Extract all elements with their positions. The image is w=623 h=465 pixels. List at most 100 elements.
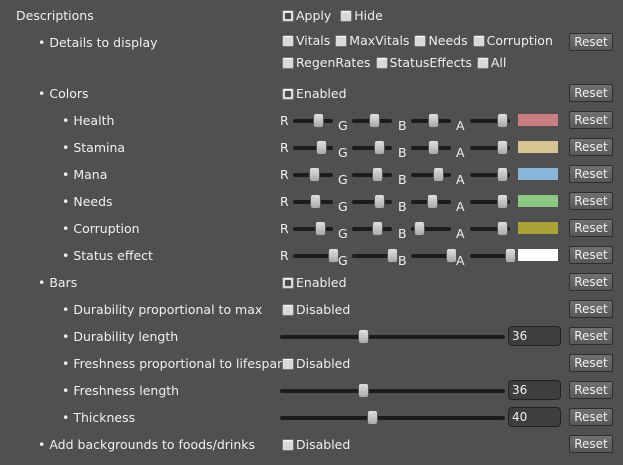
channel-letter: A (456, 118, 465, 133)
slider-handle[interactable] (316, 140, 327, 155)
hide-checkbox[interactable]: Hide (340, 8, 383, 23)
bar-reset-button[interactable]: Reset (569, 381, 613, 399)
backgrounds-reset-button[interactable]: Reset (569, 435, 613, 453)
slider-handle[interactable] (310, 194, 321, 209)
slider-handle[interactable] (387, 248, 398, 263)
bar-check-value: Disabled (296, 356, 351, 371)
bar-reset-button[interactable]: Reset (569, 327, 613, 345)
channel-slider[interactable] (352, 221, 392, 236)
slider-handle[interactable] (505, 248, 516, 263)
channel-slider[interactable] (411, 248, 457, 263)
bar-label: • Durability proportional to max (62, 302, 263, 317)
slider-handle[interactable] (369, 113, 380, 128)
bars-row: • Bars Enabled Reset (0, 272, 623, 294)
channel-slider[interactable] (293, 140, 333, 155)
color-reset-button[interactable]: Reset (569, 165, 613, 183)
color-row: • Status effect R G B A Reset (0, 245, 623, 268)
color-swatch[interactable] (518, 168, 558, 180)
color-swatch[interactable] (518, 141, 558, 153)
slider-handle[interactable] (372, 221, 384, 236)
channel-slider[interactable] (411, 167, 451, 182)
slider-handle[interactable] (374, 140, 386, 155)
channel-slider[interactable] (470, 248, 516, 263)
channel-slider[interactable] (411, 113, 451, 128)
color-reset-button[interactable]: Reset (569, 138, 613, 156)
bar-slider[interactable] (280, 383, 505, 398)
color-reset-button[interactable]: Reset (569, 192, 613, 210)
color-reset-button[interactable]: Reset (569, 219, 613, 237)
channel-slider[interactable] (411, 194, 451, 209)
bar-slider[interactable] (280, 329, 505, 344)
details-option-checkbox[interactable]: All (476, 55, 506, 70)
channel-slider[interactable] (352, 140, 392, 155)
color-swatch[interactable] (518, 195, 558, 207)
backgrounds-check-icon (282, 438, 294, 451)
slider-handle[interactable] (308, 167, 320, 182)
channel-slider[interactable] (470, 113, 510, 128)
slider-handle[interactable] (314, 221, 326, 236)
color-reset-button[interactable]: Reset (569, 111, 613, 129)
channel-slider[interactable] (352, 248, 398, 263)
bar-reset-button[interactable]: Reset (569, 408, 613, 426)
channel-slider[interactable] (293, 167, 333, 182)
slider-handle[interactable] (497, 221, 508, 236)
bar-reset-button[interactable]: Reset (569, 300, 613, 318)
value-input[interactable]: 36 (508, 326, 561, 346)
slider-handle[interactable] (312, 113, 324, 128)
channel-slider[interactable] (470, 221, 510, 236)
channel-slider[interactable] (470, 167, 510, 182)
slider-handle[interactable] (358, 383, 370, 398)
slider-handle[interactable] (374, 194, 386, 209)
slider-handle[interactable] (414, 221, 425, 236)
channel-slider[interactable] (293, 194, 333, 209)
channel-slider[interactable] (293, 221, 333, 236)
slider-handle[interactable] (426, 194, 438, 209)
details-option-checkbox[interactable]: RegenRates (282, 55, 371, 70)
slider-handle[interactable] (497, 140, 508, 155)
bars-enabled-checkbox[interactable]: Enabled (282, 275, 347, 290)
details-option-checkbox[interactable]: Vitals (282, 33, 330, 48)
slider-handle[interactable] (367, 410, 379, 425)
channel-slider[interactable] (352, 167, 392, 182)
slider-handle[interactable] (428, 113, 439, 128)
apply-checkbox[interactable]: Apply (282, 8, 331, 23)
bar-checkbox[interactable]: Disabled (282, 356, 350, 371)
slider-handle[interactable] (433, 167, 445, 182)
descriptions-row: Descriptions Apply Hide (0, 5, 623, 27)
channel-slider[interactable] (470, 140, 510, 155)
colors-enabled-checkbox[interactable]: Enabled (282, 86, 347, 101)
bar-checkbox[interactable]: Disabled (282, 302, 350, 317)
bar-reset-button[interactable]: Reset (569, 354, 613, 372)
bars-reset-button[interactable]: Reset (569, 273, 613, 291)
backgrounds-checkbox[interactable]: Disabled (282, 437, 350, 452)
color-row: • Corruption R G B A Reset (0, 218, 623, 241)
channel-letter: G (338, 172, 348, 187)
details-option-checkbox[interactable]: Corruption (472, 33, 553, 48)
color-reset-button[interactable]: Reset (569, 246, 613, 264)
details-option-checkbox[interactable]: StatusEffects (375, 55, 472, 70)
slider-handle[interactable] (497, 194, 508, 209)
details-reset-button[interactable]: Reset (569, 33, 613, 51)
slider-handle[interactable] (371, 167, 383, 182)
bar-slider[interactable] (280, 410, 505, 425)
color-swatch[interactable] (518, 249, 558, 261)
details-option-checkbox[interactable]: MaxVitals (335, 33, 409, 48)
details-option-checkbox[interactable]: Needs (414, 33, 468, 48)
slider-handle[interactable] (497, 167, 508, 182)
channel-slider[interactable] (352, 194, 392, 209)
channel-slider[interactable] (293, 113, 333, 128)
value-input[interactable]: 36 (508, 380, 561, 400)
channel-slider[interactable] (293, 248, 339, 263)
channel-slider[interactable] (352, 113, 392, 128)
colors-reset-button[interactable]: Reset (569, 84, 613, 102)
value-input[interactable]: 40 (508, 407, 561, 427)
color-swatch[interactable] (518, 222, 558, 234)
channel-slider[interactable] (470, 194, 510, 209)
channel-slider[interactable] (411, 221, 451, 236)
slider-handle[interactable] (358, 329, 370, 344)
slider-handle[interactable] (428, 140, 439, 155)
color-swatch[interactable] (518, 114, 558, 126)
channel-slider[interactable] (411, 140, 451, 155)
slider-handle[interactable] (497, 113, 508, 128)
bars-label: • Bars (38, 275, 78, 290)
